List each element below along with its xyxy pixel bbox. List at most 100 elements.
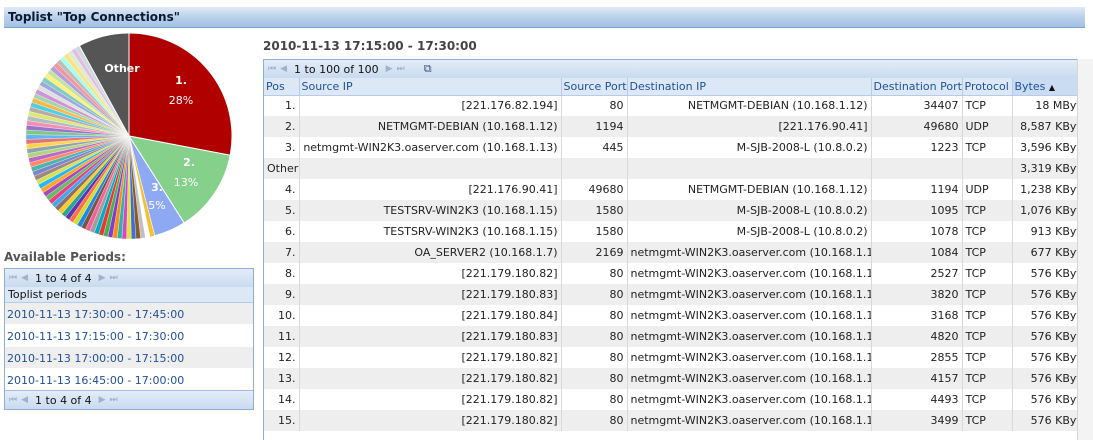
last-page-icon[interactable]: ⏭ [396,64,406,74]
prev-page-icon[interactable]: ◀ [20,273,29,283]
next-page-icon[interactable]: ▶ [385,64,394,74]
cell-pos: 9. [264,284,300,305]
period-item[interactable]: 2010-11-13 17:30:00 - 17:45:00 [5,303,253,325]
detach-window-icon[interactable]: ⧉ [424,62,432,76]
cell-source-ip: [221.179.180.82] [299,263,562,284]
cell-source-ip: netmgmt-WIN2K3.oaserver.com (10.168.1.13… [299,137,562,158]
cell-protocol: TCP [962,347,1013,368]
table-row[interactable]: 8. [221.179.180.82] 80 netmgmt-WIN2K3.oaser… [264,263,1092,284]
column-header-pos[interactable]: Pos [264,78,300,96]
table-row[interactable]: 1. [221.176.82.194] 80 NETMGMT-DEBIAN (10.1… [264,95,1092,116]
table-row[interactable]: 14. [221.179.180.82] 80 netmgmt-WIN2K3.oase… [264,389,1092,410]
cell-destination-port: 34407 [871,95,963,116]
cell-pos: 13. [264,368,300,389]
cell-source-ip: TESTSRV-WIN2K3 (10.168.1.15) [299,221,562,242]
panel-title: Toplist "Top Connections" [4,7,1085,28]
prev-page-icon[interactable]: ◀ [279,64,288,74]
table-row[interactable]: 4. [221.176.90.41] 49680 NETMGMT-DEBIAN (10… [264,179,1092,200]
cell-pos: 10. [264,305,300,326]
column-header-protocol[interactable]: Protocol [962,78,1013,96]
periods-column-header[interactable]: Toplist periods [5,287,253,303]
cell-source-ip: [221.179.180.82] [299,347,562,368]
next-page-icon[interactable]: ▶ [98,273,107,283]
cell-protocol: TCP [962,305,1013,326]
cell-source-port: 80 [561,305,628,326]
cell-source-ip: NETMGMT-DEBIAN (10.168.1.12) [299,116,562,137]
cell-source-port: 80 [561,368,628,389]
table-row[interactable]: 12. [221.179.180.82] 80 netmgmt-WIN2K3.oase… [264,347,1092,368]
cell-protocol: TCP [962,368,1013,389]
cell-destination-ip: NETMGMT-DEBIAN (10.168.1.12) [627,179,872,200]
cell-source-port: 80 [561,389,628,410]
cell-destination-port: 49680 [871,116,963,137]
column-header-source-port[interactable]: Source Port [561,78,628,96]
cell-destination-port: 4157 [871,368,963,389]
cell-pos: 11. [264,326,300,347]
period-item[interactable]: 2010-11-13 17:00:00 - 17:15:00 [5,347,253,369]
periods-pager-text: 1 to 4 of 4 [35,271,92,285]
table-row[interactable]: 7. OA_SERVER2 (10.168.1.7) 2169 netmgmt-WIN… [264,242,1092,263]
table-row[interactable]: 9. [221.179.180.83] 80 netmgmt-WIN2K3.oaser… [264,284,1092,305]
cell-destination-port: 2855 [871,347,963,368]
cell-source-ip: [221.179.180.82] [299,410,562,431]
table-row[interactable]: 3. netmgmt-WIN2K3.oaserver.com (10.168.1.… [264,137,1092,158]
connections-table-panel: ⏮ ◀ 1 to 100 of 100 ▶ ⏭ ⧉ Pos Source IP … [263,59,1093,440]
cell-pos: 4. [264,179,300,200]
cell-protocol: TCP [962,200,1013,221]
table-row[interactable]: Other 3,319 KByte [264,158,1092,179]
periods-pager-bottom: ⏮ ◀ 1 to 4 of 4 ▶ ⏭ [5,390,253,409]
table-row[interactable]: 15. [221.179.180.82] 80 netmgmt-WIN2K3.oase… [264,410,1092,431]
prev-page-icon[interactable]: ◀ [20,395,29,405]
column-header-destination-port[interactable]: Destination Port [871,78,963,96]
table-row[interactable]: 6. TESTSRV-WIN2K3 (10.168.1.15) 1580 M-SJB-… [264,221,1092,242]
cell-pos: 7. [264,242,300,263]
cell-protocol: TCP [962,410,1013,431]
cell-protocol: UDP [962,179,1013,200]
cell-source-port: 80 [561,263,628,284]
cell-protocol: TCP [962,221,1013,242]
cell-protocol: TCP [962,284,1013,305]
cell-source-port: 1580 [561,221,628,242]
table-scrollbar[interactable] [1077,59,1093,440]
last-page-icon[interactable]: ⏭ [109,273,119,283]
cell-pos: 1. [264,95,300,116]
cell-pos: 12. [264,347,300,368]
table-row[interactable]: 13. [221.179.180.82] 80 netmgmt-WIN2K3.oase… [264,368,1092,389]
column-header-source-ip[interactable]: Source IP [299,78,562,96]
cell-destination-ip: netmgmt-WIN2K3.oaserver.com (10.168.1.13… [627,410,872,431]
first-page-icon[interactable]: ⏮ [267,64,277,74]
available-periods-label: Available Periods: [4,250,126,264]
first-page-icon[interactable]: ⏮ [8,273,18,283]
next-page-icon[interactable]: ▶ [98,395,107,405]
table-row[interactable]: 2. NETMGMT-DEBIAN (10.168.1.12) 1194 [221.1… [264,116,1092,137]
cell-source-ip: [221.179.180.84] [299,305,562,326]
period-item[interactable]: 2010-11-13 16:45:00 - 17:00:00 [5,369,253,391]
cell-pos: 5. [264,200,300,221]
table-row[interactable]: 10. [221.179.180.84] 80 netmgmt-WIN2K3.oase… [264,305,1092,326]
cell-destination-ip: M-SJB-2008-L (10.8.0.2) [627,137,872,158]
column-header-destination-ip[interactable]: Destination IP [627,78,872,96]
cell-destination-port: 1084 [871,242,963,263]
table-row[interactable]: 5. TESTSRV-WIN2K3 (10.168.1.15) 1580 M-SJB-… [264,200,1092,221]
cell-source-port: 1194 [561,116,628,137]
connections-table: Pos Source IP Source Port Destination IP… [264,78,1092,431]
cell-destination-port: 3168 [871,305,963,326]
cell-destination-port: 3499 [871,410,963,431]
cell-destination-port: 4493 [871,389,963,410]
cell-source-port: 80 [561,347,628,368]
last-page-icon[interactable]: ⏭ [109,395,119,405]
period-item[interactable]: 2010-11-13 17:15:00 - 17:30:00 [5,325,253,347]
cell-destination-ip [627,158,872,179]
pie-chart: Other 1. 28% 2. 13% 3. 5% [4,29,256,243]
pie-label-2-name: 2. [183,156,195,169]
first-page-icon[interactable]: ⏮ [8,395,18,405]
cell-pos: 15. [264,410,300,431]
cell-destination-port: 1095 [871,200,963,221]
table-row[interactable]: 11. [221.179.180.83] 80 netmgmt-WIN2K3.oase… [264,326,1092,347]
pie-chart-svg: Other 1. 28% 2. 13% 3. 5% [25,32,233,240]
cell-protocol: TCP [962,326,1013,347]
periods-pager-text-bottom: 1 to 4 of 4 [35,393,92,407]
cell-destination-ip: netmgmt-WIN2K3.oaserver.com (10.168.1.13… [627,389,872,410]
cell-source-port: 49680 [561,179,628,200]
cell-pos: 8. [264,263,300,284]
